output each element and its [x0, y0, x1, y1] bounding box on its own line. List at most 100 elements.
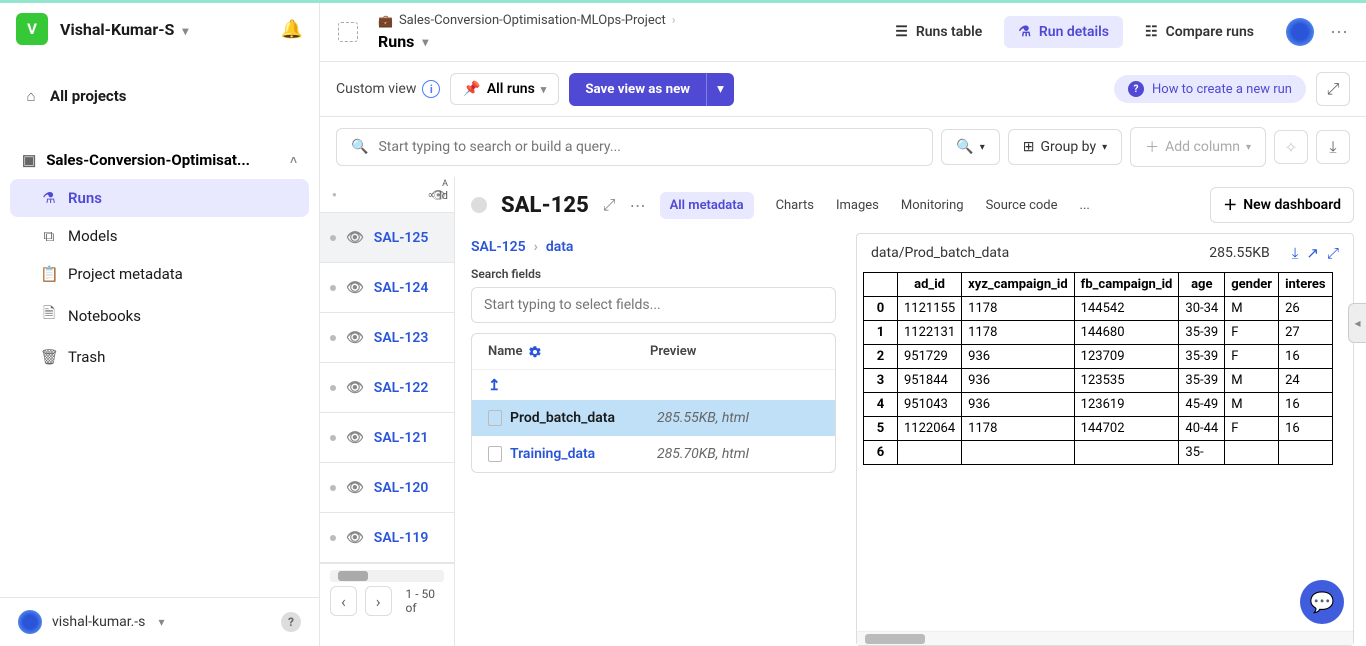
tab-compare-runs[interactable]: ☷ Compare runs — [1131, 16, 1268, 48]
search-fields-box[interactable] — [471, 287, 836, 323]
fullscreen-icon[interactable]: ⤢ — [1327, 244, 1339, 262]
suggest-button[interactable]: ✧ — [1274, 130, 1308, 164]
chevron-down-icon[interactable]: ▾ — [158, 615, 164, 629]
eye-slash-icon[interactable]: 👁 — [346, 480, 364, 496]
search-input[interactable] — [378, 139, 918, 155]
run-row[interactable]: 👁 SAL-121 — [320, 413, 454, 463]
save-view-dropdown[interactable]: ▾ — [706, 73, 734, 106]
expand-icon[interactable]: ⤢ — [603, 195, 616, 215]
new-dashboard-button[interactable]: ＋ New dashboard — [1210, 187, 1354, 223]
next-page-button[interactable]: › — [365, 586, 392, 616]
eye-slash-icon[interactable]: 👁 — [346, 330, 364, 346]
breadcrumb-data[interactable]: data — [546, 239, 574, 255]
save-view-button[interactable]: Save view as new — [569, 73, 706, 106]
breadcrumb-project: Sales-Conversion-Optimisation-MLOps-Proj… — [399, 13, 666, 28]
nav-all-projects-label: All projects — [50, 87, 127, 105]
table-cell: 951844 — [898, 369, 962, 393]
files-header-name[interactable]: Name — [488, 344, 522, 359]
collapse-button[interactable]: ⤢ — [1316, 72, 1350, 106]
run-row[interactable]: 👁 SAL-120 — [320, 463, 454, 513]
sidebar-item-models[interactable]: ⧉ Models — [0, 217, 319, 255]
tab-source-code[interactable]: Source code — [986, 198, 1058, 213]
eye-slash-icon[interactable]: 👁 — [346, 280, 364, 296]
search-fields-input[interactable] — [484, 297, 823, 313]
chat-fab[interactable]: 💬 — [1300, 580, 1344, 624]
tab-all-metadata[interactable]: All metadata — [660, 192, 754, 219]
bottom-username[interactable]: vishal-kumar.-s — [52, 614, 148, 630]
run-row[interactable]: 👁 SAL-125 — [320, 213, 454, 263]
user-avatar-top[interactable] — [1286, 18, 1314, 46]
tab-run-details[interactable]: ⚗ Run details — [1004, 16, 1123, 48]
chevron-right-icon: › — [672, 13, 676, 28]
eye-slash-icon[interactable]: 👁 — [346, 430, 364, 446]
more-icon[interactable]: ⋯ — [1330, 22, 1348, 43]
breadcrumb[interactable]: 💼 Sales-Conversion-Optimisation-MLOps-Pr… — [378, 13, 676, 28]
tab-runs-table[interactable]: ☰ Runs table — [881, 16, 996, 48]
run-id-link[interactable]: SAL-119 — [374, 530, 429, 546]
all-runs-button[interactable]: 📌 All runs ▾ — [450, 73, 559, 105]
preview-scrollbar[interactable] — [857, 631, 1353, 645]
breadcrumb-run[interactable]: SAL-125 — [471, 239, 526, 255]
side-handle[interactable]: ◂ — [1348, 303, 1366, 343]
nav-project[interactable]: ▣ Sales-Conversion-Optimisat... ˄ — [0, 141, 319, 179]
user-avatar[interactable]: V — [16, 13, 48, 45]
download-icon[interactable]: ⤓ — [1292, 244, 1299, 262]
run-row[interactable]: 👁 SAL-122 — [320, 363, 454, 413]
sidebar-item-trash[interactable]: 🗑 Trash — [0, 338, 319, 376]
run-id-link[interactable]: SAL-123 — [374, 330, 429, 346]
info-icon[interactable]: i — [422, 80, 440, 98]
group-by-button[interactable]: ⊞ Group by ▾ — [1008, 129, 1122, 165]
run-row[interactable]: 👁 SAL-119 — [320, 513, 454, 563]
chevron-down-icon: ▾ — [182, 24, 188, 38]
help-icon[interactable]: ? — [281, 612, 301, 632]
table-cell: 123619 — [1074, 393, 1179, 417]
run-id-link[interactable]: SAL-121 — [374, 430, 429, 446]
files-up-row[interactable]: ↥ — [472, 369, 835, 400]
eye-slash-icon[interactable]: 👁 — [346, 380, 364, 396]
tab-images[interactable]: Images — [836, 198, 879, 213]
how-to-pill[interactable]: ? How to create a new run — [1114, 75, 1306, 103]
runs-dropdown[interactable]: Runs ▾ — [378, 32, 676, 51]
search-input-box[interactable]: 🔍 — [336, 128, 933, 166]
tab-charts[interactable]: Charts — [776, 198, 814, 213]
run-row[interactable]: 👁 SAL-123 — [320, 313, 454, 363]
layout-toggle-icon[interactable] — [338, 22, 358, 42]
data-table-wrap[interactable]: ad_idxyz_campaign_idfb_campaign_idagegen… — [857, 272, 1353, 631]
run-id-link[interactable]: SAL-124 — [374, 280, 429, 296]
run-id-link[interactable]: SAL-125 — [374, 230, 429, 246]
run-id-link[interactable]: SAL-120 — [374, 480, 429, 496]
gear-icon[interactable] — [528, 345, 542, 359]
table-cell: 35-39 — [1179, 321, 1225, 345]
search-options-button[interactable]: 🔍 ▾ — [941, 129, 999, 165]
eye-slash-icon[interactable]: 👁 — [346, 230, 364, 246]
username-label[interactable]: Vishal-Kumar-S ▾ — [60, 20, 269, 39]
export-button[interactable]: ⤓ — [1316, 130, 1350, 164]
preview-column: data/Prod_batch_data 285.55KB ⤓ ↗ ⤢ ad_i… — [856, 233, 1354, 646]
nav-all-projects[interactable]: ⌂ All projects — [0, 77, 319, 115]
file-row[interactable]: Prod_batch_data285.55KB, html — [472, 400, 835, 436]
id-header[interactable]: A ∝Id — [428, 179, 448, 202]
prev-page-button[interactable]: ‹ — [330, 586, 357, 616]
scrollbar[interactable] — [330, 570, 444, 582]
eye-slash-icon[interactable]: 👁 — [346, 530, 364, 546]
detail-tabs: All metadata Charts Images Monitoring So… — [660, 192, 1090, 219]
tab-more[interactable]: ... — [1080, 198, 1090, 213]
run-id-link[interactable]: SAL-122 — [374, 380, 429, 396]
sidebar-item-notebooks[interactable]: 🗎 Notebooks — [0, 293, 319, 338]
add-column-button[interactable]: ＋ Add column ▾ — [1130, 127, 1266, 167]
sidebar-item-metadata[interactable]: 📋 Project metadata — [0, 255, 319, 293]
tab-monitoring[interactable]: Monitoring — [901, 198, 964, 213]
sidebar-item-runs[interactable]: ⚗ Runs — [10, 179, 309, 217]
table-cell: 123709 — [1074, 345, 1179, 369]
run-row[interactable]: 👁 SAL-124 — [320, 263, 454, 313]
username-text: Vishal-Kumar-S — [60, 20, 174, 39]
more-icon[interactable]: ⋯ — [630, 196, 646, 215]
table-cell: 3 — [864, 369, 898, 393]
bell-icon[interactable]: 🔔 — [281, 19, 303, 40]
notebook-icon: 🗎 — [40, 303, 58, 328]
status-dot-icon — [330, 285, 336, 291]
table-cell: 1178 — [962, 297, 1075, 321]
file-row[interactable]: Training_data285.70KB, html — [472, 436, 835, 472]
open-external-icon[interactable]: ↗ — [1306, 244, 1319, 262]
avatar-icon[interactable] — [18, 610, 42, 634]
